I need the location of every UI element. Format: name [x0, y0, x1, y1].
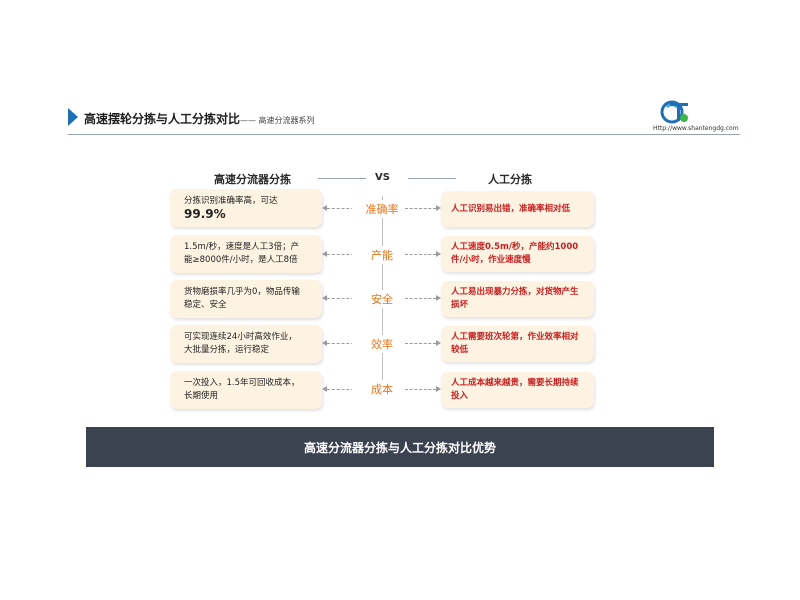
right-box-text: 投入 — [451, 391, 469, 401]
right-box-accuracy: 人工识别易出错，准确率相对低 — [441, 191, 594, 227]
arrow-left-icon — [322, 205, 327, 211]
connector-dash — [405, 298, 436, 299]
left-box-text: 1.5m/秒，速度是人工3倍；产 — [184, 242, 300, 252]
left-box-accuracy: 分拣识别准确率高，可达 99.9% — [170, 189, 322, 227]
right-box-capacity: 人工速度0.5m/秒，产能约1000 件/小时，作业速度慢 — [441, 236, 594, 272]
vs-label: VS — [375, 172, 390, 183]
page-title: 高速摆轮分拣与人工分拣对比—— 高速分流器系列 — [84, 110, 315, 127]
left-box-text: 货物磨损率几乎为0，物品传输 — [184, 287, 300, 297]
left-column-heading: 高速分流器分拣 — [214, 173, 291, 186]
center-label: 成本 — [352, 380, 412, 398]
center-label: 准确率 — [352, 200, 412, 218]
arrow-left-icon — [322, 251, 327, 257]
left-box-safety: 货物磨损率几乎为0，物品传输 稳定、安全 — [170, 280, 322, 318]
arrow-left-icon — [322, 340, 327, 346]
right-box-text: 损坏 — [451, 300, 469, 310]
center-label: 安全 — [352, 290, 412, 308]
left-box-text: 可实现连续24小时高效作业， — [184, 332, 297, 342]
connector-dash — [405, 208, 436, 209]
right-box-text: 人工需要班次轮第，作业效率相对 — [451, 332, 579, 342]
right-box-text: 人工速度0.5m/秒，产能约1000 — [451, 242, 579, 252]
right-box-cost: 人工成本越来越贵，需要长期持续 投入 — [441, 372, 594, 408]
right-box-text: 人工识别易出错，准确率相对低 — [451, 203, 571, 214]
arrow-left-icon — [322, 295, 327, 301]
vs-divider-right — [408, 178, 456, 179]
left-box-text: 一次投入，1.5年可回收成本， — [184, 378, 300, 388]
header-divider — [68, 134, 740, 135]
vs-divider-left — [318, 178, 366, 179]
left-box-efficiency: 可实现连续24小时高效作业， 大批量分拣，运行稳定 — [170, 325, 322, 363]
summary-banner-text: 高速分流器分拣与人工分拣对比优势 — [303, 440, 496, 455]
right-box-safety: 人工易出现暴力分拣，对货物产生 损坏 — [441, 281, 594, 317]
right-box-efficiency: 人工需要班次轮第，作业效率相对 较低 — [441, 326, 594, 362]
connector-dash — [405, 343, 436, 344]
left-box-text: 能≥8000件/小时，是人工8倍 — [184, 255, 298, 265]
right-box-text: 人工易出现暴力分拣，对货物产生 — [451, 287, 579, 297]
page-title-text: 高速摆轮分拣与人工分拣对比 — [84, 112, 241, 126]
header-arrow-icon — [68, 108, 78, 126]
right-box-text: 较低 — [451, 345, 469, 355]
logo-url: Http://www.shantengdg.com — [653, 125, 739, 132]
left-box-highlight: 99.9% — [184, 207, 226, 221]
right-box-text: 人工成本越来越贵，需要长期持续 — [451, 378, 579, 388]
left-box-text: 大批量分拣，运行稳定 — [184, 345, 270, 355]
connector-dash — [405, 389, 436, 390]
center-label: 产能 — [352, 246, 412, 264]
arrow-left-icon — [322, 386, 327, 392]
summary-banner: 高速分流器分拣与人工分拣对比优势 — [86, 427, 714, 467]
left-box-text: 长期使用 — [184, 391, 219, 401]
left-box-text: 稳定、安全 — [184, 300, 227, 310]
right-column-heading: 人工分拣 — [488, 173, 532, 186]
left-box-capacity: 1.5m/秒，速度是人工3倍；产 能≥8000件/小时，是人工8倍 — [170, 235, 322, 273]
connector-dash — [405, 254, 436, 255]
right-box-text: 件/小时，作业速度慢 — [451, 255, 531, 265]
left-box-cost: 一次投入，1.5年可回收成本， 长期使用 — [170, 371, 322, 409]
center-label: 效率 — [352, 335, 412, 353]
page-subtitle: —— 高速分流器系列 — [240, 116, 315, 125]
